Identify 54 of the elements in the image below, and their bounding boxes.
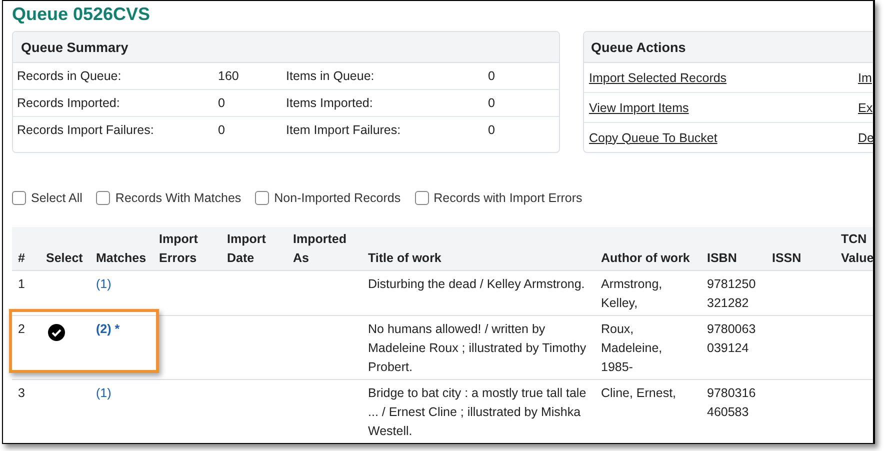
column-header: Import Errors — [153, 227, 221, 270]
action-link[interactable]: View Import Items — [589, 100, 689, 114]
column-header: # — [12, 227, 40, 270]
table-cell: Bridge to bat city : a mostly true tall tale ... / Ernest Cline ; illustrated by Mishka Westell. — [362, 380, 595, 443]
card-header: Queue Summary — [13, 32, 559, 63]
action-link[interactable]: Copy Queue To Bucket — [589, 130, 718, 144]
column-header: Import Date — [221, 227, 287, 270]
column-header: ISBN — [701, 227, 766, 270]
table-cell: 9780316460583 — [701, 380, 766, 443]
checkbox[interactable] — [255, 191, 270, 205]
field-value: 0 — [488, 123, 496, 137]
checkbox[interactable] — [414, 191, 429, 205]
table-cell: Cline, Ernest, — [595, 380, 701, 443]
field-label: Item Import Failures: — [286, 123, 402, 137]
column-header: Author of work — [595, 227, 701, 270]
page-title: Queue 0526CVS — [12, 3, 152, 26]
table-cell: Roux, Madeleine, 1985- — [595, 316, 701, 380]
action-link[interactable]: Ex — [858, 100, 873, 114]
field-value: 160 — [218, 69, 240, 83]
field-label: Items Imported: — [286, 96, 374, 110]
field-label: Records in Queue: — [17, 69, 122, 83]
checkbox[interactable] — [96, 191, 110, 205]
field-value: 0 — [218, 96, 226, 110]
checkbox-label: Records with Import Errors — [434, 191, 582, 205]
field-label: Items in Queue: — [286, 69, 376, 83]
matches-link[interactable]: (1) — [96, 277, 112, 291]
card-header: Queue Actions — [584, 32, 873, 63]
checkbox-label: Non-Imported Records — [274, 191, 401, 205]
table-cell: 9781250321282 — [701, 270, 766, 316]
checkbox-label: Select All — [31, 191, 82, 205]
matches-link[interactable]: (2) * — [96, 322, 120, 336]
table-cell: Disturbing the dead / Kelley Armstrong. — [362, 270, 595, 316]
field-label: Records Imported: — [17, 96, 121, 110]
table-cell: 9780063039124 — [701, 316, 766, 380]
column-header: Imported As — [287, 227, 362, 270]
field-value: 0 — [488, 96, 496, 110]
column-header: ISSN — [766, 227, 835, 270]
column-header: Select — [40, 227, 90, 270]
column-header: Title of work — [362, 227, 595, 270]
action-link[interactable]: Im — [858, 70, 872, 84]
field-value: 0 — [488, 69, 496, 83]
checkbox-label: Records With Matches — [115, 191, 242, 205]
row-number: 3 — [12, 380, 40, 443]
table-cell: No humans allowed! / written by Madeleine Roux ; illustrated by Timothy Probert. — [362, 316, 595, 380]
column-header: Matches — [90, 227, 153, 270]
field-label: Records Import Failures: — [17, 123, 155, 137]
checkbox[interactable] — [12, 191, 26, 205]
column-header: TCN Value — [835, 227, 873, 270]
matches-link[interactable]: (1) — [96, 386, 112, 400]
row-number: 1 — [12, 270, 40, 316]
action-link[interactable]: Import Selected Records — [589, 70, 727, 84]
table-cell: Armstrong, Kelley, — [595, 270, 701, 316]
check-icon[interactable] — [48, 324, 65, 341]
field-value: 0 — [218, 123, 226, 137]
